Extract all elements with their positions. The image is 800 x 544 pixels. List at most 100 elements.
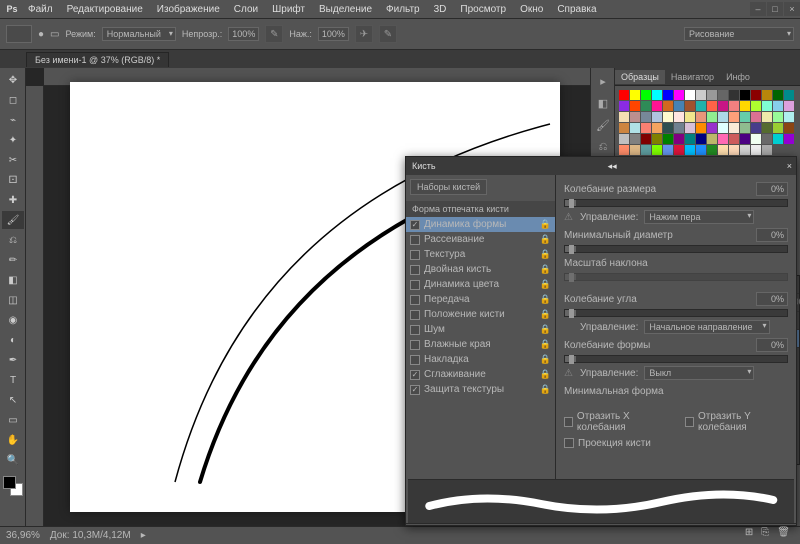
tab-info[interactable]: Инфо — [720, 70, 756, 84]
swatch-color[interactable] — [685, 90, 695, 100]
menu-type[interactable]: Шрифт — [266, 2, 311, 17]
swatch-color[interactable] — [729, 112, 739, 122]
swatch-color[interactable] — [630, 112, 640, 122]
swatch-color[interactable] — [685, 145, 695, 155]
size-jitter-value[interactable]: 0% — [756, 182, 788, 196]
menu-select[interactable]: Выделение — [313, 2, 378, 17]
path-tool[interactable]: ↖ — [2, 391, 24, 409]
swatch-color[interactable] — [630, 134, 640, 144]
swatch-color[interactable] — [707, 145, 717, 155]
swatch-color[interactable] — [740, 145, 750, 155]
swatch-color[interactable] — [630, 90, 640, 100]
brush-option[interactable]: ✓Защита текстуры🔒 — [406, 382, 555, 397]
swatch-color[interactable] — [685, 101, 695, 111]
swatch-color[interactable] — [784, 134, 794, 144]
brush-projection-checkbox[interactable]: Проекция кисти — [564, 438, 651, 449]
eraser-tool[interactable]: ◧ — [2, 271, 24, 289]
color-swatch[interactable] — [3, 476, 23, 496]
swatch-color[interactable] — [685, 134, 695, 144]
brush-option[interactable]: Накладка🔒 — [406, 352, 555, 367]
swatch-color[interactable] — [663, 123, 673, 133]
swatch-color[interactable] — [696, 134, 706, 144]
checkbox-icon[interactable] — [410, 355, 420, 365]
move-tool[interactable]: ✥ — [2, 71, 24, 89]
swatch-color[interactable] — [707, 90, 717, 100]
swatch-color[interactable] — [729, 101, 739, 111]
blur-tool[interactable]: ◉ — [2, 311, 24, 329]
lock-icon[interactable]: 🔒 — [540, 279, 551, 290]
brush-option[interactable]: Двойная кисть🔒 — [406, 262, 555, 277]
brush-panel-icon[interactable]: ▭ — [50, 29, 59, 40]
menu-file[interactable]: Файл — [22, 2, 59, 17]
swatch-color[interactable] — [751, 134, 761, 144]
blend-mode-dropdown[interactable]: Нормальный — [102, 27, 176, 41]
swatch-color[interactable] — [707, 112, 717, 122]
checkbox-icon[interactable] — [410, 325, 420, 335]
checkbox-icon[interactable] — [410, 340, 420, 350]
swatch-color[interactable] — [663, 112, 673, 122]
swatch-color[interactable] — [718, 134, 728, 144]
pen-tool[interactable]: ✒ — [2, 351, 24, 369]
min-diameter-value[interactable]: 0% — [756, 228, 788, 242]
checkbox-icon[interactable]: ✓ — [410, 370, 420, 380]
swatch-color[interactable] — [663, 101, 673, 111]
angle-control-dropdown[interactable]: Начальное направление — [644, 320, 769, 334]
swatch-color[interactable] — [652, 134, 662, 144]
brush-panel-tab[interactable]: Кисть — [406, 159, 442, 173]
size-control-dropdown[interactable]: Нажим пера — [644, 210, 754, 224]
brush-option[interactable]: Динамика цвета🔒 — [406, 277, 555, 292]
swatch-color[interactable] — [696, 145, 706, 155]
menu-edit[interactable]: Редактирование — [61, 2, 149, 17]
swatch-color[interactable] — [729, 123, 739, 133]
lock-icon[interactable]: 🔒 — [540, 309, 551, 320]
wand-tool[interactable]: ✦ — [2, 131, 24, 149]
dock-color-icon[interactable]: ◧ — [594, 94, 612, 112]
eyedropper-tool[interactable]: ⚀ — [2, 171, 24, 189]
round-jitter-value[interactable]: 0% — [756, 338, 788, 352]
angle-jitter-value[interactable]: 0% — [756, 292, 788, 306]
menu-help[interactable]: Справка — [551, 2, 602, 17]
swatch-color[interactable] — [740, 112, 750, 122]
dodge-tool[interactable]: ◐ — [2, 331, 24, 349]
min-diameter-slider[interactable] — [564, 245, 788, 253]
crop-tool[interactable]: ✂ — [2, 151, 24, 169]
swatch-color[interactable] — [674, 101, 684, 111]
opacity-input[interactable]: 100% — [228, 27, 259, 41]
brush-tip-header[interactable]: Форма отпечатка кисти — [406, 201, 555, 217]
swatch-color[interactable] — [707, 134, 717, 144]
checkbox-icon[interactable]: ✓ — [410, 220, 420, 230]
swatch-color[interactable] — [630, 145, 640, 155]
panel-menu-icon[interactable]: × — [783, 159, 796, 173]
swatch-color[interactable] — [685, 123, 695, 133]
swatch-color[interactable] — [751, 145, 761, 155]
checkbox-icon[interactable] — [410, 250, 420, 260]
brush-option[interactable]: Текстура🔒 — [406, 247, 555, 262]
swatch-color[interactable] — [784, 90, 794, 100]
swatch-color[interactable] — [773, 134, 783, 144]
swatch-color[interactable] — [674, 145, 684, 155]
swatch-color[interactable] — [696, 101, 706, 111]
swatch-color[interactable] — [630, 123, 640, 133]
swatch-color[interactable] — [784, 101, 794, 111]
swatch-color[interactable] — [762, 112, 772, 122]
swatch-color[interactable] — [773, 101, 783, 111]
menu-image[interactable]: Изображение — [151, 2, 226, 17]
swatch-color[interactable] — [762, 134, 772, 144]
tab-swatches[interactable]: Образцы — [615, 70, 665, 84]
dock-clone-icon[interactable]: ⎌ — [594, 138, 612, 156]
swatch-color[interactable] — [729, 90, 739, 100]
swatch-color[interactable] — [674, 112, 684, 122]
brush-option[interactable]: ✓Сглаживание🔒 — [406, 367, 555, 382]
swatch-color[interactable] — [762, 101, 772, 111]
flow-input[interactable]: 100% — [318, 27, 349, 41]
swatch-color[interactable] — [740, 134, 750, 144]
type-tool[interactable]: T — [2, 371, 24, 389]
swatch-color[interactable] — [773, 123, 783, 133]
pressure-size-icon[interactable]: ✎ — [379, 25, 397, 43]
lock-icon[interactable]: 🔒 — [540, 294, 551, 305]
swatch-color[interactable] — [641, 101, 651, 111]
swatch-color[interactable] — [674, 90, 684, 100]
size-jitter-slider[interactable] — [564, 199, 788, 207]
checkbox-icon[interactable] — [410, 280, 420, 290]
menu-view[interactable]: Просмотр — [454, 2, 512, 17]
